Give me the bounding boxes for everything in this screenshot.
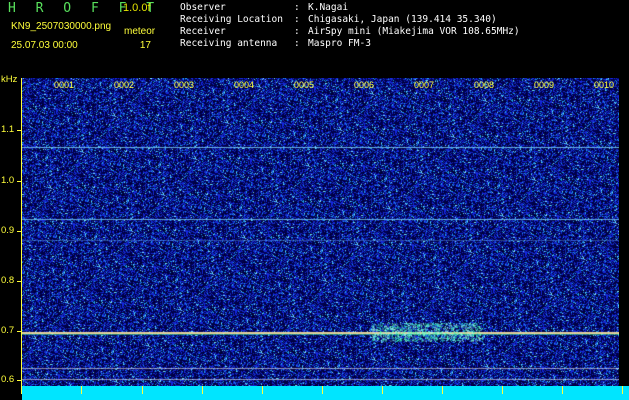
info-row-location: Receiving Location : Chigasaki, Japan (1… — [180, 14, 520, 26]
info-separator: : — [294, 2, 300, 13]
info-value: AirSpy mini (Miakejima VOR 108.65MHz) — [308, 26, 520, 37]
info-value: K.Nagai — [308, 2, 349, 13]
spectrogram-canvas — [22, 78, 619, 386]
info-key: Receiving Location — [180, 14, 283, 25]
y-tick-label: 1.1 — [1, 124, 15, 135]
version-label: 1.0.0f — [123, 2, 151, 14]
info-key: Receiving antenna — [180, 38, 278, 49]
bottom-intensity-bar — [22, 386, 629, 400]
x-tick-label: 0003 — [174, 80, 195, 90]
info-value: Chigasaki, Japan (139.414 35.340) — [308, 14, 497, 25]
bottom-tick — [622, 386, 623, 394]
station-info: Observer : K.Nagai Receiving Location : … — [180, 2, 520, 50]
header: H R O F F T 1.0.0f KN9_2507030000.png 25… — [0, 0, 629, 72]
y-axis-unit: kHz — [1, 74, 18, 85]
info-value: Maspro FM-3 — [308, 38, 371, 49]
y-tick-label: 1.0 — [1, 175, 15, 186]
x-tick-label: 0002 — [114, 80, 135, 90]
info-row-observer: Observer : K.Nagai — [180, 2, 520, 14]
x-tick-label: 0009 — [534, 80, 555, 90]
x-tick-label: 0007 — [414, 80, 435, 90]
x-tick-label: 0004 — [234, 80, 255, 90]
info-row-receiver: Receiver : AirSpy mini (Miakejima VOR 10… — [180, 26, 520, 38]
bottom-tick — [442, 386, 443, 394]
bottom-tick — [142, 386, 143, 394]
x-tick-label: 0010 — [594, 80, 615, 90]
meteor-count: 17 — [139, 40, 151, 51]
y-tick-label: 0.6 — [1, 374, 15, 385]
info-separator: : — [294, 14, 300, 25]
y-tick-label: 0.9 — [1, 225, 15, 236]
x-tick-label: 0005 — [294, 80, 315, 90]
bottom-tick — [262, 386, 263, 394]
y-tick-label: 0.7 — [1, 325, 15, 336]
bottom-tick — [322, 386, 323, 394]
info-key: Receiver — [180, 26, 226, 37]
bottom-tick — [562, 386, 563, 394]
x-tick-label: 0001 — [54, 80, 75, 90]
meteor-label: meteor — [124, 26, 156, 37]
info-row-antenna: Receiving antenna : Maspro FM-3 — [180, 38, 520, 50]
bottom-tick — [382, 386, 383, 394]
bottom-tick — [502, 386, 503, 394]
bottom-tick — [81, 386, 82, 394]
info-key: Observer — [180, 2, 226, 13]
y-tick-label: 0.8 — [1, 275, 15, 286]
x-tick-label: 0006 — [354, 80, 375, 90]
filename-label: KN9_2507030000.png — [11, 21, 112, 32]
bottom-tick — [202, 386, 203, 394]
info-separator: : — [294, 38, 300, 49]
spectrogram — [22, 78, 619, 386]
info-separator: : — [294, 26, 300, 37]
datetime-label: 25.07.03 00:00 — [11, 40, 78, 51]
x-tick-label: 0008 — [474, 80, 495, 90]
